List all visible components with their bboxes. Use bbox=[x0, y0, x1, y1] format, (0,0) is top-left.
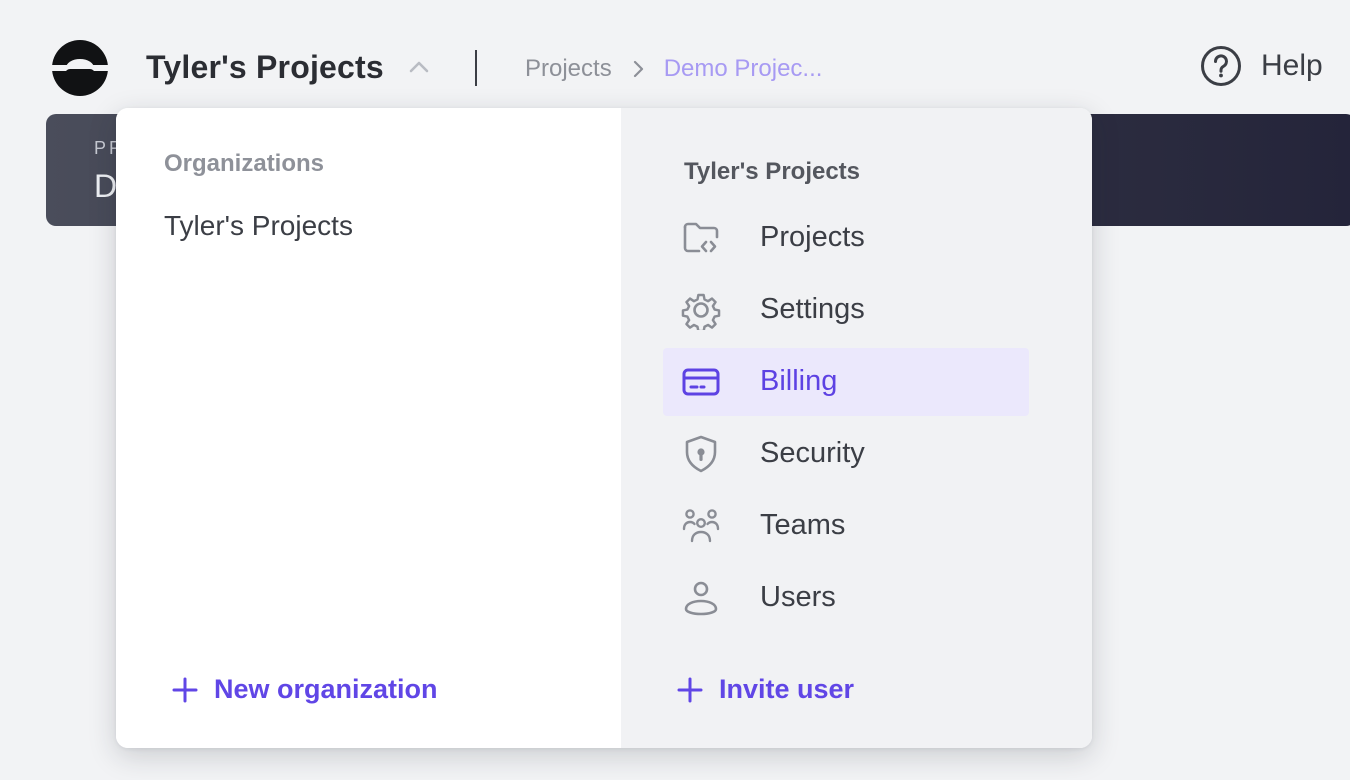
breadcrumb-current-project[interactable]: Demo Projec... bbox=[664, 55, 823, 83]
plus-icon bbox=[677, 677, 703, 702]
organization-menu-pane: Tyler's Projects Projects Settings Billi… bbox=[621, 108, 1092, 748]
brand-logo-icon[interactable] bbox=[52, 40, 108, 96]
project-banner-title: D bbox=[94, 168, 118, 204]
menu-item-security[interactable]: Security bbox=[663, 420, 1029, 488]
chevron-right-icon bbox=[633, 60, 643, 78]
header-divider bbox=[475, 50, 477, 86]
menu-item-label: Settings bbox=[760, 293, 865, 325]
gear-icon bbox=[681, 293, 721, 330]
new-organization-label: New organization bbox=[214, 674, 438, 704]
menu-item-label: Projects bbox=[760, 221, 865, 253]
question-circle-icon bbox=[1201, 46, 1241, 86]
menu-item-label: Security bbox=[760, 437, 865, 469]
credit-card-icon bbox=[682, 368, 720, 396]
chevron-up-icon[interactable] bbox=[404, 52, 434, 82]
organization-menu: Projects Settings Billing Security Teams… bbox=[663, 204, 1029, 636]
breadcrumb: Projects Demo Projec... bbox=[525, 50, 822, 88]
organization-item[interactable]: Tyler's Projects bbox=[164, 210, 353, 242]
folder-code-icon bbox=[683, 222, 719, 253]
breadcrumb-projects-link[interactable]: Projects bbox=[525, 55, 612, 83]
help-label: Help bbox=[1261, 49, 1323, 82]
organization-menu-heading: Tyler's Projects bbox=[684, 158, 861, 185]
invite-user-button[interactable]: Invite user bbox=[677, 674, 854, 705]
top-bar: Tyler's Projects Projects Demo Projec...… bbox=[0, 0, 1350, 110]
help-button[interactable]: Help bbox=[1199, 44, 1323, 88]
menu-item-projects[interactable]: Projects bbox=[663, 204, 1029, 272]
menu-item-settings[interactable]: Settings bbox=[663, 276, 1029, 344]
user-icon bbox=[684, 581, 718, 616]
menu-item-label: Billing bbox=[760, 365, 838, 397]
shield-lock-icon bbox=[685, 435, 717, 473]
plus-icon bbox=[172, 677, 198, 702]
organizations-pane: Organizations Tyler's Projects New organ… bbox=[116, 108, 621, 748]
menu-item-users[interactable]: Users bbox=[663, 564, 1029, 632]
invite-user-label: Invite user bbox=[719, 674, 855, 704]
menu-item-label: Users bbox=[760, 581, 836, 613]
org-dropdown-menu: Organizations Tyler's Projects New organ… bbox=[116, 108, 1092, 748]
menu-item-label: Teams bbox=[760, 509, 846, 541]
org-switcher-label: Tyler's Projects bbox=[146, 48, 384, 85]
menu-item-teams[interactable]: Teams bbox=[663, 492, 1029, 560]
menu-item-billing[interactable]: Billing bbox=[663, 348, 1029, 416]
org-switcher[interactable]: Tyler's Projects bbox=[146, 44, 384, 90]
organizations-heading: Organizations bbox=[164, 150, 325, 177]
team-icon bbox=[682, 509, 720, 543]
new-organization-button[interactable]: New organization bbox=[172, 674, 438, 705]
